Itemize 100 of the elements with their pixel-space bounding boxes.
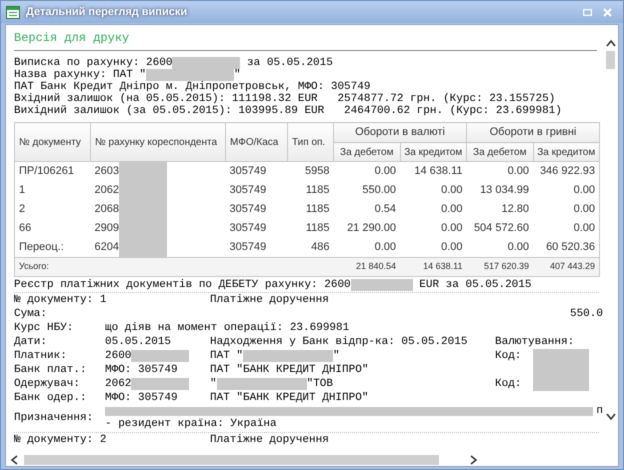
- window-icon: [6, 6, 20, 18]
- statement-line: Реєстр платіжних документів по ДЕБЕТУ рахунку: 2600: [14, 279, 351, 291]
- table-cell: Переоц.:: [14, 238, 90, 258]
- column-header: За дебетом: [334, 142, 400, 162]
- field-label: Платник:: [14, 348, 68, 364]
- column-header: Тип оп.: [288, 122, 334, 162]
- scroll-left-icon: [10, 454, 18, 464]
- document-type: Платіжне доручення: [210, 293, 329, 308]
- table-cell-text: 1185: [304, 202, 330, 218]
- scrollbar-thumb[interactable]: [24, 454, 439, 464]
- totals-cell: 14 638.11: [400, 258, 466, 276]
- document-type: Платіжне доручення: [210, 433, 329, 448]
- scroll-down-icon: [606, 413, 616, 421]
- table-cell-text: 2068: [94, 202, 119, 218]
- field-label: Дати:: [14, 334, 48, 350]
- field-value: ПАТ ": [210, 348, 244, 364]
- table-cell: 0.00: [334, 162, 400, 181]
- table-cell: 66: [14, 219, 90, 238]
- column-header: № рахунку кореспондента: [90, 122, 226, 162]
- statement-line: за 05.05.2015: [246, 57, 333, 69]
- window-title: Детальний перегляд виписки: [26, 4, 188, 20]
- field-label: Валютування:: [495, 334, 574, 350]
- table-cell-text: 12.80: [500, 202, 530, 218]
- field-value: ПАТ "БАНК КРЕДИТ ДНІПРО": [210, 390, 368, 406]
- table-cell-text: 13 034.99: [479, 183, 530, 198]
- field-value: "ТОВ: [306, 376, 334, 392]
- table-cell-text: 1185: [304, 221, 330, 236]
- table-cell: 60 520.36: [533, 238, 600, 258]
- table-cell-text: 305749: [228, 183, 268, 198]
- field-label: Сума:: [14, 306, 48, 322]
- table-cell: 0.00: [533, 181, 600, 200]
- statement-line: ": [234, 69, 241, 81]
- table-cell-text: 21 290.00: [346, 221, 397, 236]
- print-version-link[interactable]: Версія для друку: [14, 29, 130, 47]
- totals-cell: 21 840.54: [334, 258, 400, 276]
- field-value: 2062: [105, 376, 132, 392]
- table-cell-text: 305749: [228, 202, 268, 218]
- totals-cell: 517 620.39: [466, 258, 533, 276]
- table-cell-text: 0.54: [374, 202, 397, 218]
- table-cell: 346 922.93: [533, 162, 600, 181]
- column-header: За кредитом: [400, 142, 466, 162]
- table-cell: 1: [14, 181, 90, 200]
- document-number: № документу: 1: [14, 293, 108, 308]
- field-value: п: [596, 404, 603, 420]
- column-group-header: Обороти в валюті: [334, 122, 466, 142]
- column-header: За кредитом: [533, 142, 600, 162]
- table-cell: 14 638.11: [400, 162, 466, 181]
- table-cell-text: 0.00: [440, 221, 464, 236]
- field-value: 05.05.2015: [105, 334, 172, 350]
- statement-line: ПАТ Банк Кредит Дніпро м. Дніпропетровськ, МФО: 305749: [14, 81, 370, 93]
- field-label: Код:: [495, 348, 522, 364]
- field-label: Банк плат.:: [14, 362, 88, 378]
- table-cell-text: 1185: [304, 183, 330, 198]
- table-cell-text: 0.00: [440, 202, 464, 218]
- table-cell: 305749: [226, 162, 288, 181]
- scroll-right-icon: [470, 454, 478, 464]
- statement-line: Виписка по рахунку: 2600: [14, 57, 172, 69]
- totals-label: Усього:: [14, 258, 334, 276]
- field-label: Одержувач:: [14, 376, 82, 392]
- field-label: Банк одер.:: [14, 390, 88, 406]
- scroll-up-icon: [606, 39, 616, 47]
- table-cell: 0.00: [533, 200, 600, 219]
- field-label: Код:: [495, 376, 522, 392]
- column-header: № документу: [14, 122, 90, 162]
- field-value: 2600: [105, 348, 132, 364]
- maximize-icon: [582, 8, 592, 16]
- field-label: Призначення:: [14, 410, 94, 426]
- table-cell: 305749: [226, 238, 288, 258]
- table-cell-text: 2062: [94, 183, 119, 198]
- table-cell-text: 2909: [94, 221, 119, 236]
- close-icon: [602, 8, 612, 16]
- field-value: МФО: 305749: [105, 362, 178, 378]
- statement-line: Назва рахунку: ПАТ ": [14, 69, 146, 81]
- table-cell-text: 0.00: [440, 183, 464, 198]
- document-number: № документу: 2: [14, 433, 108, 448]
- table-cell-text: 305749: [228, 221, 268, 236]
- statement-line: Вхідний залишок (на 05.05.2015): 111198.32 EUR 2574877.72 грн. (Курс: 23.155725): [14, 93, 556, 105]
- amount-value: 550.0: [570, 306, 603, 322]
- field-value: що діяв на момент операції: 23.699981: [105, 320, 350, 336]
- statement-line: EUR за 05.05.2015: [418, 279, 532, 291]
- field-value: ПАТ "БАНК КРЕДИТ ДНІПРО": [210, 362, 368, 378]
- table-cell: 486: [288, 238, 334, 258]
- field-value: Надходження у Банк відпр-ка: 05.05.2015: [210, 334, 468, 350]
- field-value: МФО: 305749: [105, 390, 178, 406]
- table-cell: 0.00: [334, 238, 400, 258]
- totals-cell: 407 443.29: [533, 258, 600, 276]
- column-group-header: Обороти в гривні: [466, 122, 600, 142]
- statement-line: Вихідний залишок (за 05.05.2015): 103995.89 EUR 2464700.62 грн. (Курс: 23.699981): [14, 105, 562, 117]
- field-label: Курс НБУ:: [14, 320, 74, 336]
- scrollbar-thumb[interactable]: [606, 51, 615, 69]
- table-cell-text: 6204: [94, 240, 119, 256]
- table-cell: 0.00: [400, 238, 466, 258]
- table-cell: 0.00: [533, 219, 600, 238]
- table-cell: 0.00: [466, 162, 533, 181]
- table-cell: ПР/106261: [14, 162, 90, 181]
- field-value: - резидент країна: Україна: [105, 416, 277, 432]
- field-value: ": [210, 376, 217, 392]
- table-cell: 2: [14, 200, 90, 219]
- table-cell-text: 504 572.60: [472, 221, 530, 236]
- table-cell: 5958: [288, 162, 334, 181]
